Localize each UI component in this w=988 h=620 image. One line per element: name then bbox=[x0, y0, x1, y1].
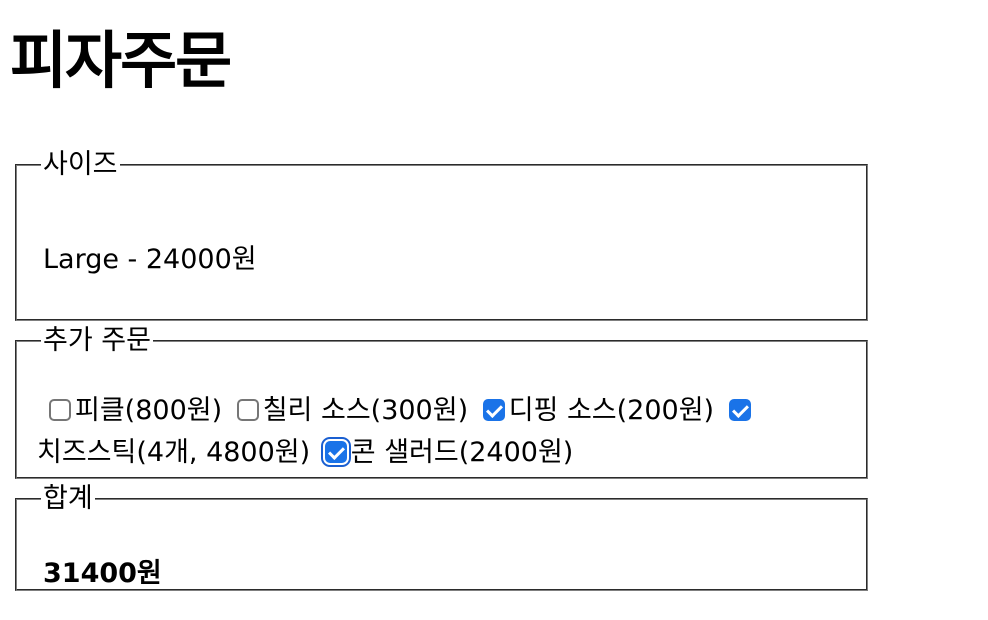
checkbox-pickle[interactable] bbox=[49, 399, 71, 421]
size-fieldset: 사이즈 Large - 24000원 bbox=[15, 150, 868, 321]
page-title: 피자주문 bbox=[10, 24, 232, 97]
extras-fieldset: 추가 주문 피클(800원) 칠리 소스(300원) 디핑 소스(200원) 치… bbox=[15, 326, 868, 479]
total-value: 31400원 bbox=[43, 558, 162, 589]
extra-option-cheese-stick-label-wrap[interactable]: 치즈스틱(4개, 4800원) bbox=[37, 437, 310, 468]
extra-label-pickle: 피클(800원) bbox=[75, 395, 223, 426]
extra-option-cheese-stick[interactable] bbox=[723, 395, 755, 426]
extra-option-corn-salad[interactable]: 콘 샐러드(2400원) bbox=[319, 437, 574, 468]
total-fieldset: 합계 31400원 bbox=[15, 484, 868, 591]
extra-option-pickle[interactable]: 피클(800원) bbox=[43, 395, 222, 426]
extra-label-dipping-sauce: 디핑 소스(200원) bbox=[508, 395, 715, 426]
extra-option-dipping-sauce[interactable]: 디핑 소스(200원) bbox=[477, 395, 714, 426]
checkbox-cheese-stick[interactable] bbox=[728, 399, 751, 421]
extras-options: 피클(800원) 칠리 소스(300원) 디핑 소스(200원) 치즈스틱(4개… bbox=[37, 390, 843, 474]
extra-label-corn-salad: 콘 샐러드(2400원) bbox=[350, 437, 574, 468]
size-legend: 사이즈 bbox=[43, 149, 118, 180]
checkbox-corn-salad[interactable] bbox=[324, 441, 347, 463]
extra-option-chili-sauce[interactable]: 칠리 소스(300원) bbox=[231, 395, 468, 426]
total-legend: 합계 bbox=[43, 483, 93, 514]
size-selected-text: Large - 24000원 bbox=[43, 244, 257, 275]
pizza-order-page: 피자주문 사이즈 Large - 24000원 추가 주문 피클(800원) 칠… bbox=[0, 0, 988, 620]
checkbox-dipping-sauce[interactable] bbox=[482, 399, 505, 421]
extra-label-cheese-stick: 치즈스틱(4개, 4800원) bbox=[37, 437, 311, 468]
checkbox-chili-sauce[interactable] bbox=[236, 399, 259, 421]
extras-legend: 추가 주문 bbox=[43, 325, 151, 356]
extra-label-chili-sauce: 칠리 소스(300원) bbox=[262, 395, 469, 426]
